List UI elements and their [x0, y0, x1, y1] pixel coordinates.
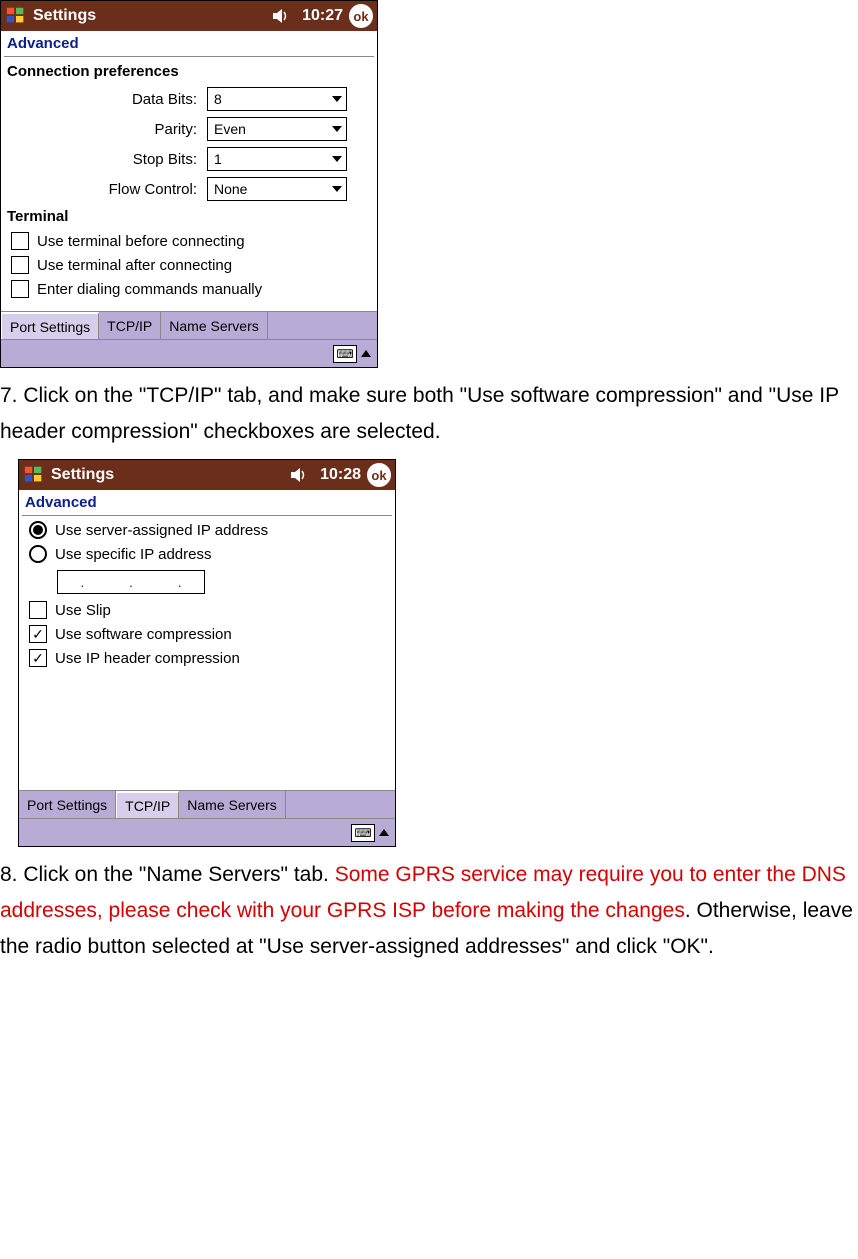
- terminal-after-checkbox[interactable]: [11, 256, 29, 274]
- flow-control-value: None: [214, 181, 247, 197]
- data-bits-row: Data Bits: 8: [1, 84, 377, 114]
- server-ip-row: Use server-assigned IP address: [19, 518, 395, 542]
- ip-header-checkbox[interactable]: ✓: [29, 649, 47, 667]
- ip-address-input[interactable]: ...: [57, 570, 205, 594]
- stop-bits-row: Stop Bits: 1: [1, 144, 377, 174]
- tab-tcpip[interactable]: TCP/IP: [99, 312, 161, 339]
- input-panel-bar: [1, 339, 377, 367]
- up-arrow-icon[interactable]: [361, 350, 371, 357]
- flow-control-dropdown[interactable]: None: [207, 177, 347, 201]
- tab-bar: Port Settings TCP/IP Name Servers: [1, 311, 377, 339]
- titlebar: Settings 10:27 ok: [1, 1, 377, 31]
- tab-port-settings[interactable]: Port Settings: [1, 312, 99, 339]
- use-slip-label: Use Slip: [55, 602, 111, 619]
- terminal-after-row: Use terminal after connecting: [1, 253, 377, 277]
- pda-screenshot-2: Settings 10:28 ok Advanced Use server-as…: [18, 459, 396, 847]
- use-slip-row: Use Slip: [19, 598, 395, 622]
- parity-dropdown[interactable]: Even: [207, 117, 347, 141]
- tab-bar: Port Settings TCP/IP Name Servers: [19, 790, 395, 818]
- app-title: Settings: [33, 7, 96, 25]
- ip-header-label: Use IP header compression: [55, 650, 240, 667]
- instruction-step-7: 7. Click on the "TCP/IP" tab, and make s…: [0, 378, 858, 449]
- keyboard-icon[interactable]: [333, 345, 357, 363]
- app-title: Settings: [51, 466, 114, 484]
- divider: [4, 56, 374, 57]
- chevron-down-icon: [332, 156, 342, 162]
- tab-name-servers[interactable]: Name Servers: [179, 791, 285, 818]
- stop-bits-value: 1: [214, 151, 222, 167]
- use-slip-checkbox[interactable]: [29, 601, 47, 619]
- terminal-before-row: Use terminal before connecting: [1, 229, 377, 253]
- clock-time: 10:27: [302, 7, 343, 25]
- clock-time: 10:28: [320, 466, 361, 484]
- input-panel-bar: [19, 818, 395, 846]
- chevron-down-icon: [332, 126, 342, 132]
- ok-button[interactable]: ok: [349, 4, 373, 28]
- tab-port-settings[interactable]: Port Settings: [19, 791, 116, 818]
- stop-bits-dropdown[interactable]: 1: [207, 147, 347, 171]
- data-bits-value: 8: [214, 91, 222, 107]
- pda-screenshot-1: Settings 10:27 ok Advanced Connection pr…: [0, 0, 378, 368]
- server-ip-radio[interactable]: [29, 521, 47, 539]
- advanced-label: Advanced: [19, 490, 395, 515]
- specific-ip-label: Use specific IP address: [55, 546, 211, 563]
- terminal-before-checkbox[interactable]: [11, 232, 29, 250]
- server-ip-label: Use server-assigned IP address: [55, 522, 268, 539]
- terminal-after-label: Use terminal after connecting: [37, 257, 232, 274]
- specific-ip-row: Use specific IP address: [19, 542, 395, 566]
- parity-row: Parity: Even: [1, 114, 377, 144]
- tab-tcpip[interactable]: TCP/IP: [116, 791, 179, 818]
- ok-button[interactable]: ok: [367, 463, 391, 487]
- speaker-icon[interactable]: [272, 8, 290, 24]
- flow-control-label: Flow Control:: [7, 181, 207, 198]
- advanced-label: Advanced: [1, 31, 377, 56]
- step8-part1: 8. Click on the "Name Servers" tab.: [0, 863, 335, 886]
- windows-logo-icon: [5, 5, 27, 27]
- tab-name-servers[interactable]: Name Servers: [161, 312, 267, 339]
- terminal-heading: Terminal: [1, 204, 377, 229]
- specific-ip-radio[interactable]: [29, 545, 47, 563]
- data-bits-dropdown[interactable]: 8: [207, 87, 347, 111]
- up-arrow-icon[interactable]: [379, 829, 389, 836]
- stop-bits-label: Stop Bits:: [7, 151, 207, 168]
- parity-value: Even: [214, 121, 246, 137]
- dialing-manual-row: Enter dialing commands manually: [1, 277, 377, 301]
- windows-logo-icon: [23, 464, 45, 486]
- chevron-down-icon: [332, 96, 342, 102]
- sw-compression-checkbox[interactable]: ✓: [29, 625, 47, 643]
- sw-compression-row: ✓ Use software compression: [19, 622, 395, 646]
- chevron-down-icon: [332, 186, 342, 192]
- connection-preferences-heading: Connection preferences: [1, 59, 377, 84]
- dialing-manual-label: Enter dialing commands manually: [37, 281, 262, 298]
- divider: [22, 515, 392, 516]
- speaker-icon[interactable]: [290, 467, 308, 483]
- dialing-manual-checkbox[interactable]: [11, 280, 29, 298]
- data-bits-label: Data Bits:: [7, 91, 207, 108]
- terminal-before-label: Use terminal before connecting: [37, 233, 245, 250]
- flow-control-row: Flow Control: None: [1, 174, 377, 204]
- sw-compression-label: Use software compression: [55, 626, 232, 643]
- instruction-step-8: 8. Click on the "Name Servers" tab. Some…: [0, 857, 858, 964]
- parity-label: Parity:: [7, 121, 207, 138]
- keyboard-icon[interactable]: [351, 824, 375, 842]
- titlebar: Settings 10:28 ok: [19, 460, 395, 490]
- ip-header-row: ✓ Use IP header compression: [19, 646, 395, 670]
